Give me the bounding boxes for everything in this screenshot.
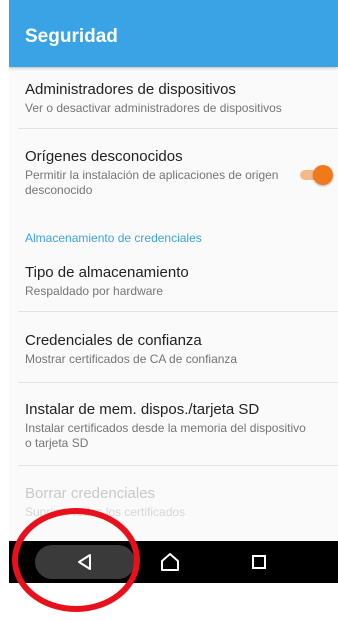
setting-subtitle: Respaldado por hardware [25, 284, 164, 298]
setting-device-admins[interactable]: Administradores de dispositivos Ver o de… [25, 80, 325, 116]
home-button[interactable] [150, 541, 190, 583]
back-button[interactable] [65, 541, 105, 583]
setting-title: Tipo de almacenamiento [25, 264, 189, 281]
divider [18, 465, 338, 466]
setting-title: Borrar credenciales [25, 485, 156, 502]
setting-title: Orígenes desconocidos [25, 148, 183, 165]
app-bar: Seguridad [9, 0, 338, 67]
setting-clear-credentials: Borrar credenciales Suprimir todos los c… [25, 484, 325, 520]
navigation-bar [9, 541, 338, 583]
setting-install-from-storage[interactable]: Instalar de mem. dispos./tarjeta SD Inst… [25, 400, 315, 451]
page-title: Seguridad [25, 26, 118, 47]
setting-subtitle: Ver o desactivar administradores de disp… [25, 101, 282, 115]
unknown-sources-toggle[interactable] [300, 165, 333, 185]
settings-screen: Seguridad Administradores de dispositivo… [9, 0, 338, 583]
setting-subtitle: Instalar certificados desde la memoria d… [25, 421, 306, 450]
screen: Seguridad Administradores de dispositivo… [0, 0, 338, 621]
recents-button[interactable] [239, 541, 279, 583]
setting-subtitle: Permitir la instalación de aplicaciones … [25, 168, 279, 197]
setting-subtitle: Mostrar certificados de CA de confianza [25, 352, 238, 366]
divider [18, 382, 338, 383]
divider [18, 128, 338, 129]
home-icon [161, 553, 179, 571]
setting-storage-type[interactable]: Tipo de almacenamiento Respaldado por ha… [25, 263, 325, 299]
divider [18, 311, 338, 312]
toggle-thumb [313, 165, 333, 185]
setting-unknown-sources[interactable]: Orígenes desconocidos Permitir la instal… [25, 147, 287, 198]
setting-title: Credenciales de confianza [25, 332, 202, 349]
back-icon [78, 554, 91, 570]
setting-title: Administradores de dispositivos [25, 81, 236, 98]
setting-title: Instalar de mem. dispos./tarjeta SD [25, 401, 260, 418]
section-header-credentials: Almacenamiento de credenciales [25, 231, 202, 245]
setting-subtitle: Suprimir todos los certificados [25, 505, 186, 519]
recents-icon [252, 555, 266, 569]
setting-trusted-credentials[interactable]: Credenciales de confianza Mostrar certif… [25, 331, 325, 367]
